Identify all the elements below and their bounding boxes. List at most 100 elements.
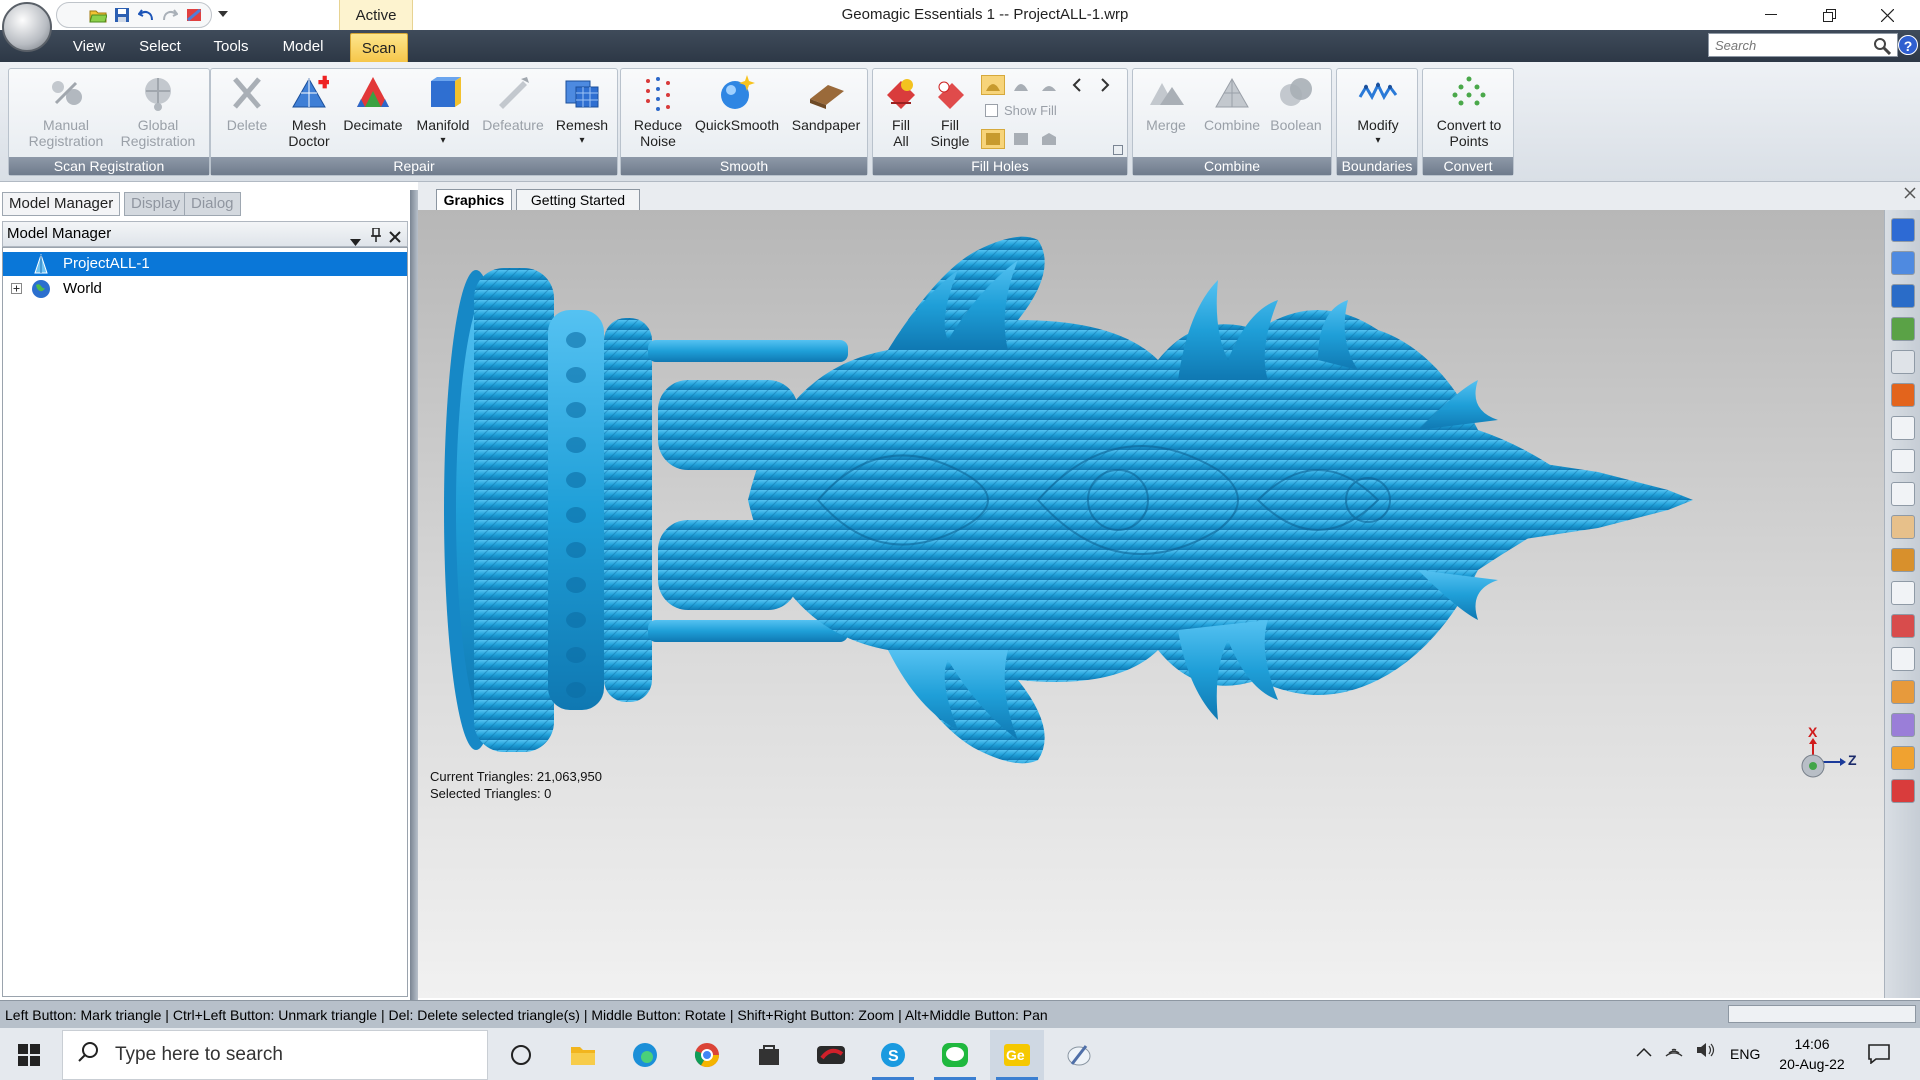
mesh-doctor-icon [289,73,329,113]
game-app-icon[interactable] [804,1030,858,1080]
defeature-button[interactable]: Defeature [475,73,551,133]
mesh-model[interactable] [418,210,1884,998]
invert-selection-icon[interactable] [1891,779,1915,803]
network-icon[interactable] [1664,1042,1684,1063]
windows-start-icon[interactable] [10,1040,50,1070]
menu-model[interactable]: Model [276,30,330,62]
merge-button[interactable]: Merge [1135,73,1197,133]
expand-icon[interactable] [11,283,22,294]
render-mode-icon[interactable] [1891,317,1915,341]
document-close-icon[interactable] [1904,186,1918,200]
rectangle-select-icon[interactable] [1891,416,1915,440]
manifold-icon [423,73,463,113]
language-indicator[interactable]: ENG [1730,1046,1760,1062]
undo-icon[interactable] [137,6,155,24]
tab-graphics[interactable]: Graphics [436,189,512,210]
convert-to-points-button[interactable]: Convert to Points [1425,73,1513,149]
custom-region-icon[interactable] [1891,548,1915,572]
taskbar-search-box[interactable]: Type here to search [62,1030,488,1080]
fill-tangent-icon[interactable] [1009,75,1033,95]
group-combine: Merge Combine Boolean Combine [1132,68,1332,176]
remesh-button[interactable]: Remesh ▾ [547,73,617,149]
fill-complete-icon[interactable] [981,75,1005,95]
tab-display[interactable]: Display [124,192,188,216]
fill-type-edge-icon[interactable] [1009,129,1033,149]
open-folder-icon[interactable] [89,6,107,24]
combine-button[interactable]: Combine [1197,73,1267,133]
sandpaper-button[interactable]: Sandpaper [787,73,865,133]
delete-button[interactable]: Delete [217,73,277,133]
fill-type-complete-icon[interactable] [981,129,1005,149]
shrink-selection-icon[interactable] [1891,713,1915,737]
tree-item-project[interactable]: ProjectALL-1 [3,252,407,276]
skype-icon[interactable]: S [866,1030,920,1080]
quicksmooth-button[interactable]: QuickSmooth [687,73,787,133]
select-connected-icon[interactable] [1891,746,1915,770]
show-hidden-icons-icon[interactable] [1636,1044,1652,1062]
modify-button[interactable]: Modify ▾ [1339,73,1417,149]
fill-type-bridge-icon[interactable] [1037,129,1061,149]
manual-registration-button[interactable]: Manual Registration [17,73,115,149]
select-all-icon[interactable] [1891,614,1915,638]
select-none-icon[interactable] [1891,647,1915,671]
fill-single-button[interactable]: Fill Single [923,73,977,149]
volume-icon[interactable] [1696,1042,1716,1063]
menu-view[interactable]: View [66,30,112,62]
chrome-icon[interactable] [680,1030,734,1080]
search-icon[interactable] [1873,37,1892,58]
expand-selection-icon[interactable] [1891,680,1915,704]
lasso-select-icon[interactable] [1891,449,1915,473]
close-button[interactable] [1858,0,1916,30]
rotate-icon[interactable] [1891,251,1915,275]
decimate-button[interactable]: Decimate [335,73,411,133]
tree-item-label: World [63,280,102,297]
next-hole-icon[interactable] [1093,75,1117,95]
tab-model-manager[interactable]: Model Manager [2,192,121,216]
paint-icon[interactable] [1052,1030,1106,1080]
line-select-icon[interactable] [1891,482,1915,506]
graphics-viewport[interactable]: Current Triangles: 21,063,950 Selected T… [418,210,1884,998]
line-icon[interactable] [928,1030,982,1080]
view-fit-icon[interactable] [1891,218,1915,242]
app-menu-button[interactable] [2,2,52,52]
restore-button[interactable] [1800,0,1858,30]
save-icon[interactable] [113,6,131,24]
tree-item-world[interactable]: World [3,277,407,301]
help-icon[interactable]: ? [1898,35,1918,55]
tool-icon[interactable] [185,6,203,24]
tab-getting-started[interactable]: Getting Started [516,189,640,210]
dialog-launcher-icon[interactable] [1113,145,1123,155]
previous-hole-icon[interactable] [1065,75,1089,95]
mesh-doctor-button[interactable]: Mesh Doctor [275,73,343,149]
fill-flat-icon[interactable] [1037,75,1061,95]
notifications-icon[interactable] [1868,1044,1890,1069]
file-explorer-icon[interactable] [556,1030,610,1080]
redo-icon[interactable] [161,6,179,24]
menu-select[interactable]: Select [134,30,186,62]
sandpaper-icon [806,73,846,113]
panel-splitter[interactable] [410,190,418,1000]
global-registration-button[interactable]: Global Registration [109,73,207,149]
zoom-icon[interactable] [1891,350,1915,374]
tab-dialog[interactable]: Dialog [184,192,241,216]
clock[interactable]: 14:06 20-Aug-22 [1772,1034,1852,1074]
customize-toolbar-icon[interactable] [216,6,230,22]
window-title: Geomagic Essentials 1 -- ProjectALL-1.wr… [841,6,1129,23]
store-icon[interactable] [742,1030,796,1080]
boolean-button[interactable]: Boolean [1263,73,1329,133]
view-direction-icon[interactable] [1891,284,1915,308]
menu-tools[interactable]: Tools [208,30,254,62]
task-view-icon[interactable] [494,1030,548,1080]
show-fill-checkbox[interactable]: Show Fill [985,103,1057,118]
reduce-noise-button[interactable]: Reduce Noise [625,73,691,149]
fill-all-button[interactable]: Fill All [875,73,927,149]
search-input[interactable]: Search [1708,33,1898,57]
select-through-icon[interactable] [1891,581,1915,605]
menu-scan[interactable]: Scan [350,33,408,62]
minimize-button[interactable] [1742,0,1800,30]
geomagic-icon[interactable]: Ge [990,1030,1044,1080]
lighting-icon[interactable] [1891,383,1915,407]
edge-icon[interactable] [618,1030,672,1080]
manifold-button[interactable]: Manifold ▾ [405,73,481,149]
paintbrush-select-icon[interactable] [1891,515,1915,539]
